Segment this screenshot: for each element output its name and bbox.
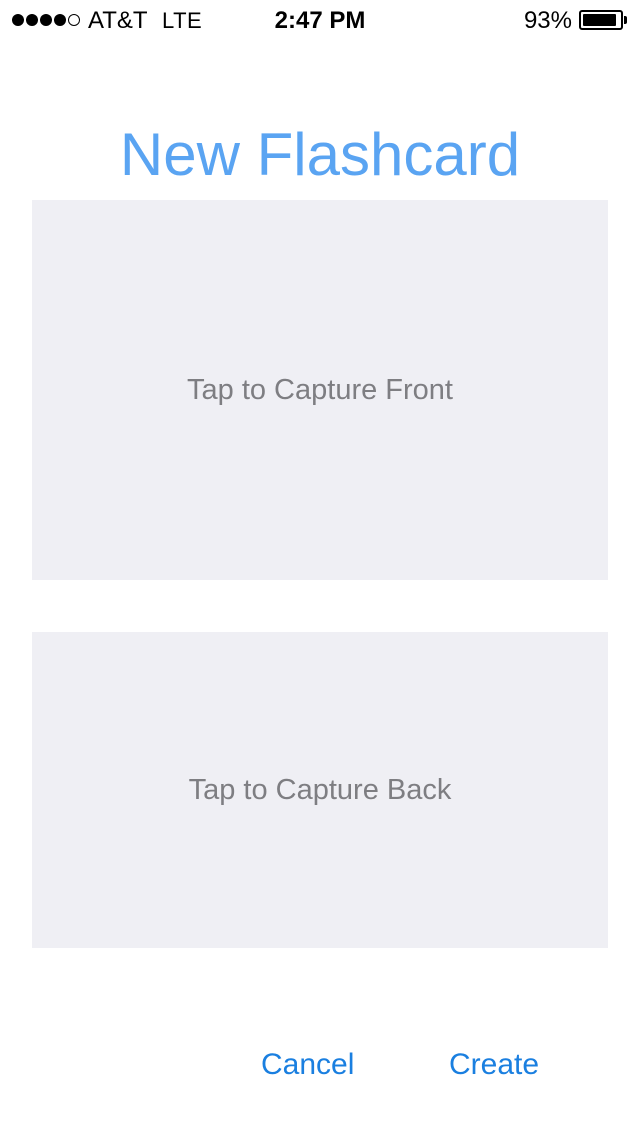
capture-front-area[interactable]: Tap to Capture Front — [32, 200, 608, 580]
capture-front-label: Tap to Capture Front — [187, 373, 453, 406]
capture-back-area[interactable]: Tap to Capture Back — [32, 632, 608, 948]
cancel-button[interactable]: Cancel — [261, 1048, 354, 1082]
capture-back-label: Tap to Capture Back — [188, 773, 452, 806]
status-bar: AT&T LTE 2:47 PM 93% — [0, 0, 640, 40]
battery-percentage: 93% — [523, 7, 572, 34]
page-title: New Flashcard — [119, 121, 521, 189]
battery-icon — [579, 10, 627, 30]
screen: AT&T LTE 2:47 PM 93% New Flashcard Tap t… — [0, 0, 640, 1136]
create-button[interactable]: Create — [449, 1048, 539, 1082]
battery-nub — [624, 16, 627, 24]
battery-fill — [583, 14, 617, 26]
